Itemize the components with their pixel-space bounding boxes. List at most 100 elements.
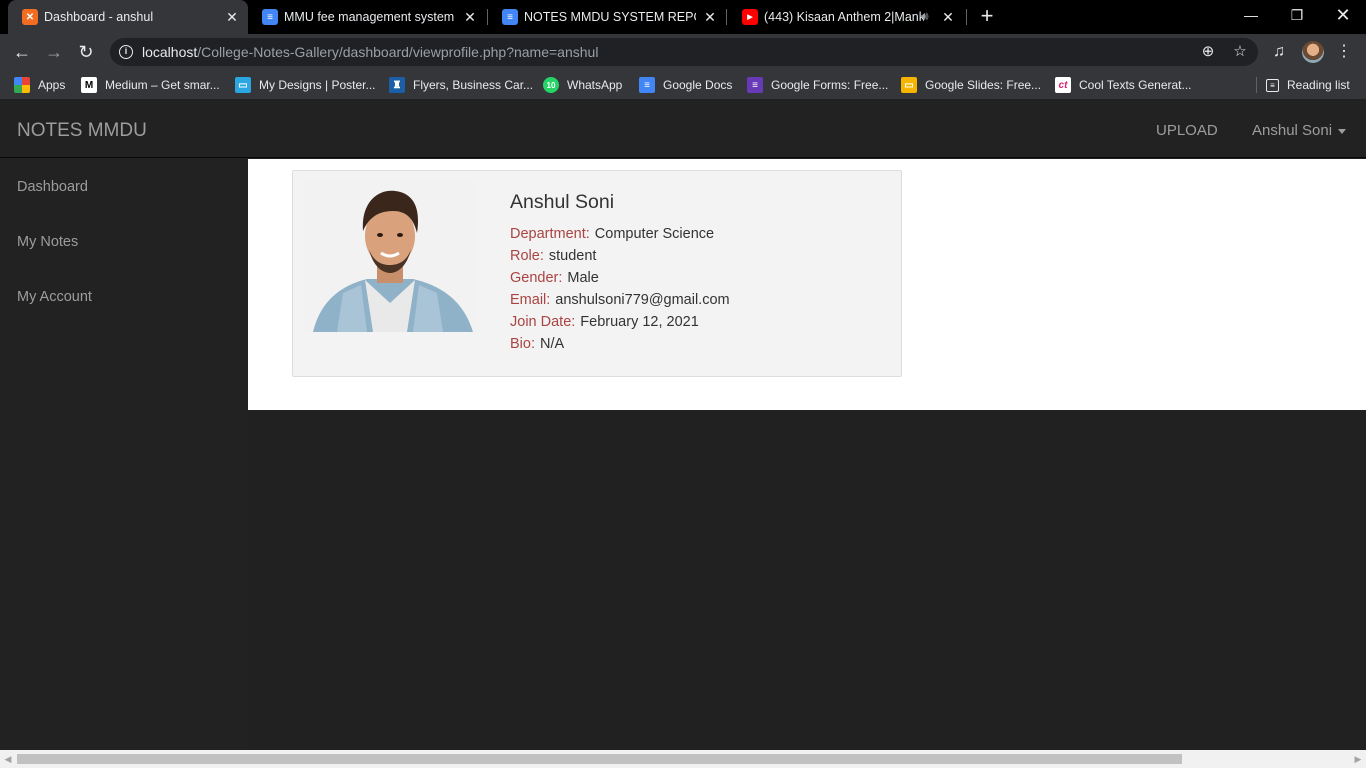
field-label: Email: xyxy=(510,292,551,308)
bookmark-label: WhatsApp xyxy=(567,78,623,92)
minimize-icon[interactable]: — xyxy=(1228,0,1274,30)
postermywall-icon: ▭ xyxy=(235,77,251,93)
field-value: February 12, 2021 xyxy=(580,314,699,330)
bookmark-google-slides[interactable]: ▭ Google Slides: Free... xyxy=(901,76,1041,94)
back-arrow-icon[interactable]: ← xyxy=(10,40,34,64)
bookmark-whatsapp[interactable]: 10 WhatsApp xyxy=(543,76,622,94)
tab-separator xyxy=(966,9,967,25)
horizontal-scrollbar[interactable]: ◀ ▶ xyxy=(0,750,1366,768)
sidebar-item-my-account[interactable]: My Account xyxy=(0,277,248,317)
menu-kebab-icon[interactable]: ⋮ xyxy=(1333,41,1355,63)
google-docs-icon: ≡ xyxy=(502,9,518,25)
google-forms-icon: ≡ xyxy=(747,77,763,93)
upload-link[interactable]: UPLOAD xyxy=(1156,122,1218,139)
reading-list-label: Reading list xyxy=(1287,78,1350,92)
bookmark-my-designs[interactable]: ▭ My Designs | Poster... xyxy=(235,76,376,94)
new-tab-plus-icon[interactable]: + xyxy=(976,5,998,27)
user-dropdown[interactable]: Anshul Soni xyxy=(1252,122,1347,139)
bookmarks-separator xyxy=(1256,77,1257,93)
scrollbar-thumb[interactable] xyxy=(17,754,1182,764)
bookmark-google-forms[interactable]: ≡ Google Forms: Free... xyxy=(747,76,888,94)
field-label: Gender: xyxy=(510,270,563,286)
tab-title: NOTES MMDU SYSTEM REPORT xyxy=(524,10,696,24)
bookmark-label: Google Slides: Free... xyxy=(925,78,1042,92)
whatsapp-icon: 10 xyxy=(543,77,559,93)
brand-link[interactable]: NOTES MMDU xyxy=(17,120,147,142)
web-page: NOTES MMDU UPLOAD Anshul Soni Dashboard … xyxy=(0,101,1366,750)
field-value: student xyxy=(548,248,597,264)
bookmark-flyers[interactable]: ♜ Flyers, Business Car... xyxy=(389,76,533,94)
close-icon[interactable]: ✕ xyxy=(939,8,957,26)
tab-youtube[interactable]: ▶ (443) Kisaan Anthem 2|Mank 🔊︎ ✕ xyxy=(728,0,966,34)
sidebar-item-dashboard[interactable]: Dashboard xyxy=(0,167,248,207)
tab-dashboard[interactable]: ✕ Dashboard - anshul ✕ xyxy=(8,0,248,34)
window-close-icon[interactable]: ✕ xyxy=(1320,0,1366,30)
sidebar: Dashboard My Notes My Account xyxy=(0,159,248,750)
bookmark-star-icon[interactable]: ☆ xyxy=(1231,43,1249,61)
address-bar[interactable]: i localhost/College-Notes-Gallery/dashbo… xyxy=(110,38,1258,66)
zoom-icon[interactable]: ⊕ xyxy=(1199,43,1217,61)
forward-arrow-icon[interactable]: → xyxy=(42,40,66,64)
profile-join-date: Join Date: February 12, 2021 xyxy=(510,314,699,330)
profile-avatar[interactable] xyxy=(1302,41,1324,63)
browser-toolbar: ← → ↻ i localhost/College-Notes-Gallery/… xyxy=(0,34,1366,70)
field-label: Join Date: xyxy=(510,314,576,330)
bookmark-cool-texts[interactable]: ct Cool Texts Generat... xyxy=(1055,76,1192,94)
vistaprint-icon: ♜ xyxy=(389,77,405,93)
field-value: anshulsoni779@gmail.com xyxy=(555,292,730,308)
google-slides-icon: ▭ xyxy=(901,77,917,93)
medium-icon: M xyxy=(81,77,97,93)
user-name: Anshul Soni xyxy=(1252,122,1333,139)
field-label: Bio: xyxy=(510,336,535,352)
bookmark-label: Cool Texts Generat... xyxy=(1079,78,1192,92)
tab-title: (443) Kisaan Anthem 2|Mank xyxy=(764,10,924,24)
close-icon[interactable]: ✕ xyxy=(223,8,241,26)
url-text[interactable]: localhost/College-Notes-Gallery/dashboar… xyxy=(142,44,598,60)
reload-icon[interactable]: ↻ xyxy=(74,40,98,64)
reading-list-button[interactable]: ≡ Reading list xyxy=(1266,76,1350,94)
media-control-icon[interactable]: ♫ xyxy=(1268,41,1290,63)
field-value: Computer Science xyxy=(594,226,715,242)
sidebar-item-my-notes[interactable]: My Notes xyxy=(0,222,248,262)
tab-notes-report[interactable]: ≡ NOTES MMDU SYSTEM REPORT ✕ xyxy=(488,0,726,34)
google-docs-icon: ≡ xyxy=(262,9,278,25)
scroll-left-arrow-icon[interactable]: ◀ xyxy=(2,753,14,765)
apps-grid-icon xyxy=(14,77,30,93)
app-navbar: NOTES MMDU UPLOAD Anshul Soni xyxy=(0,101,1366,158)
scroll-right-arrow-icon[interactable]: ▶ xyxy=(1352,753,1364,765)
browser-tab-strip: ✕ Dashboard - anshul ✕ ≡ MMU fee managem… xyxy=(0,0,1366,34)
profile-gender: Gender: Male xyxy=(510,270,599,286)
profile-department: Department: Computer Science xyxy=(510,226,714,242)
profile-name: Anshul Soni xyxy=(510,191,615,213)
youtube-icon: ▶ xyxy=(742,9,758,25)
profile-role: Role: student xyxy=(510,248,596,264)
tab-title: Dashboard - anshul xyxy=(44,10,154,24)
bookmarks-bar: Apps M Medium – Get smar... ▭ My Designs… xyxy=(0,70,1366,100)
bookmark-label: Medium – Get smar... xyxy=(105,78,220,92)
tab-mmu-fee[interactable]: ≡ MMU fee management system - ✕ xyxy=(248,0,486,34)
xampp-icon: ✕ xyxy=(22,9,38,25)
bookmark-label: Apps xyxy=(38,78,66,92)
site-info-icon[interactable]: i xyxy=(119,45,133,59)
cooltext-icon: ct xyxy=(1055,77,1071,93)
restore-icon[interactable]: ❐ xyxy=(1274,0,1320,30)
url-path: /College-Notes-Gallery/dashboard/viewpro… xyxy=(197,44,599,60)
profile-photo xyxy=(303,181,477,332)
close-icon[interactable]: ✕ xyxy=(701,8,719,26)
audio-playing-icon[interactable]: 🔊︎ xyxy=(921,9,929,24)
caret-down-icon xyxy=(1338,128,1347,134)
bookmark-google-docs[interactable]: ≡ Google Docs xyxy=(639,76,732,94)
field-value: N/A xyxy=(540,336,565,352)
tab-separator xyxy=(726,9,727,25)
reading-list-icon: ≡ xyxy=(1266,78,1279,92)
bookmark-label: Google Docs xyxy=(663,78,733,92)
bookmark-apps[interactable]: Apps xyxy=(14,76,65,94)
url-host: localhost xyxy=(142,44,198,60)
bookmark-medium[interactable]: M Medium – Get smar... xyxy=(81,76,220,94)
profile-card: Anshul Soni Department: Computer Science … xyxy=(292,170,902,377)
bookmark-label: Flyers, Business Car... xyxy=(413,78,534,92)
close-icon[interactable]: ✕ xyxy=(461,8,479,26)
bookmark-label: Google Forms: Free... xyxy=(771,78,889,92)
profile-bio: Bio: N/A xyxy=(510,336,564,352)
field-label: Department: xyxy=(510,226,590,242)
